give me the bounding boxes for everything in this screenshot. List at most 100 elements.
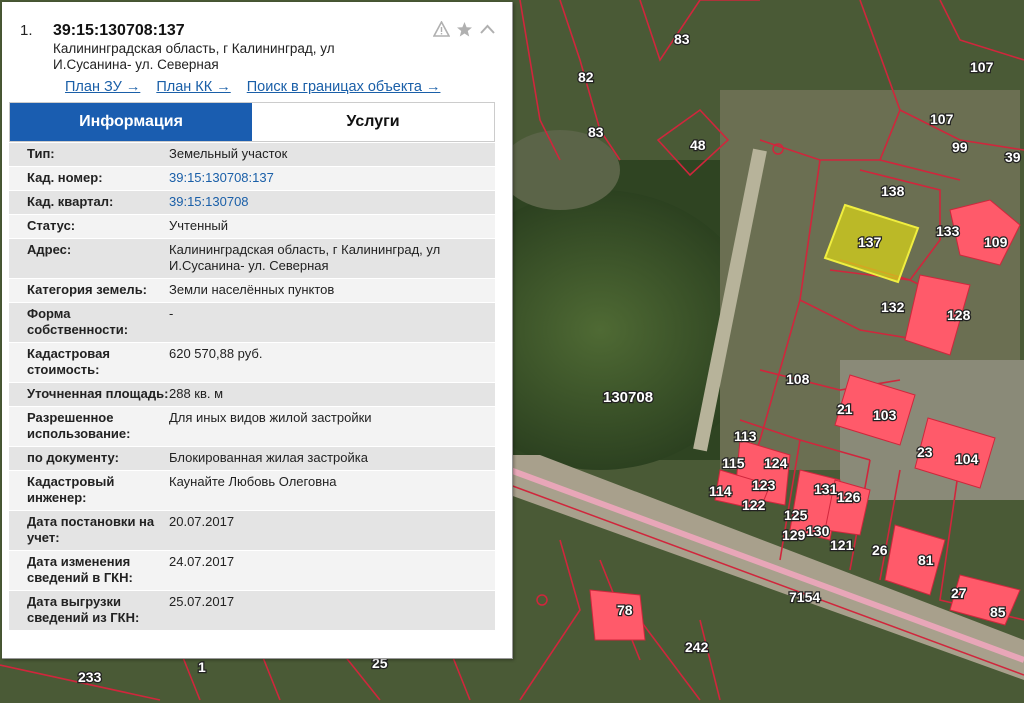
row-value: Земельный участок xyxy=(169,146,288,161)
tab-services[interactable]: Услуги xyxy=(252,103,494,141)
row-value: Для иных видов жилой застройки xyxy=(169,410,372,425)
row-value: Земли населённых пунктов xyxy=(169,282,335,297)
row-value: Блокированная жилая застройка xyxy=(169,450,368,465)
row-key: Кадастровая стоимость: xyxy=(27,346,110,377)
links-row: План ЗУ → План КК → Поиск в границах объ… xyxy=(65,79,440,95)
parcel-label: 121 xyxy=(830,537,854,553)
warning-icon[interactable] xyxy=(432,20,451,38)
parcel-label: 104 xyxy=(955,451,979,467)
parcel-label: 99 xyxy=(952,139,968,155)
parcel-label: 113 xyxy=(734,428,757,444)
row-key: Кадастровый инженер: xyxy=(27,474,115,505)
table-row: Разрешенное использование: Для иных видов… xyxy=(9,407,495,447)
result-index: 1. xyxy=(20,22,33,39)
parcel-label: 132 xyxy=(881,299,905,315)
row-value: - xyxy=(169,306,174,321)
table-row: Кад. квартал: 39:15:130708 xyxy=(9,191,495,215)
parcel-label: 242 xyxy=(685,639,709,655)
parcel-label: 114 xyxy=(709,483,732,499)
attributes-table: Тип: Земельный участок Кад. номер: 39:15:13… xyxy=(9,143,495,631)
plan-zu-link[interactable]: План ЗУ → xyxy=(65,79,140,95)
parcel-label: 131 xyxy=(814,481,838,497)
row-key: Тип: xyxy=(27,146,55,161)
parcel-label: 124 xyxy=(764,455,788,471)
row-key: Кад. квартал: xyxy=(27,194,114,209)
row-value: Калининградская область, г Калининград, … xyxy=(169,242,441,273)
cadastral-number-title: 39:15:130708:137 xyxy=(53,22,185,39)
info-panel: 1. 39:15:130708:137 Калининградская обла… xyxy=(2,2,513,659)
row-value: Учтенный xyxy=(169,218,229,233)
tab-info[interactable]: Информация xyxy=(10,103,252,141)
table-row: Категория земель: Земли населённых пункто… xyxy=(9,279,495,303)
parcel-label: 48 xyxy=(690,137,706,153)
parcel-label: 233 xyxy=(78,669,102,685)
table-row: Дата изменения сведений в ГКН: 24.07.2017 xyxy=(9,551,495,591)
row-key: Уточненная площадь: xyxy=(27,386,169,401)
parcel-label: 83 xyxy=(588,124,604,140)
parcel-label: 137 xyxy=(858,234,882,250)
row-key: Дата выгрузки сведений из ГКН: xyxy=(27,594,140,625)
parcel-label: 122 xyxy=(742,497,766,513)
table-row: Дата постановки на учет: 20.07.2017 xyxy=(9,511,495,551)
plan-kk-link[interactable]: План КК → xyxy=(156,79,230,95)
table-row: Уточненная площадь: 288 кв. м xyxy=(9,383,495,407)
parcel-label: 133 xyxy=(936,223,960,239)
parcel-label: 107 xyxy=(970,59,994,75)
table-row: Форма собственности: - xyxy=(9,303,495,343)
parcel-label: 27 xyxy=(951,585,967,601)
clearing xyxy=(500,130,620,210)
parcel-label: 78 xyxy=(617,602,633,618)
parcel-label: 128 xyxy=(947,307,971,323)
row-value[interactable]: 39:15:130708 xyxy=(169,194,495,210)
parcel-label: 123 xyxy=(752,477,776,493)
row-value: Каунайте Любовь Олеговна xyxy=(169,474,337,489)
table-row: Кадастровая стоимость: 620 570,88 руб. xyxy=(9,343,495,383)
row-key: Категория земель: xyxy=(27,282,148,297)
parcel-label: 138 xyxy=(881,183,905,199)
parcel-label: 7154 xyxy=(789,589,820,605)
row-key: Статус: xyxy=(27,218,76,233)
tab-bar: Информация Услуги xyxy=(9,102,495,142)
parcel-label: 126 xyxy=(837,489,861,505)
parcel-label: 125 xyxy=(784,507,808,523)
parcel-label: 1 xyxy=(198,659,206,675)
row-key: Форма собственности: xyxy=(27,306,129,337)
header-icons xyxy=(432,20,496,38)
panel-header: 1. 39:15:130708:137 Калининградская обла… xyxy=(2,2,512,102)
table-row: Кад. номер: 39:15:130708:137 xyxy=(9,167,495,191)
quarter-label: 130708 xyxy=(603,389,653,406)
row-value: 25.07.2017 xyxy=(169,594,235,609)
parcel-label: 23 xyxy=(917,444,933,460)
address-text: Калининградская область, г Калининград, … xyxy=(53,41,335,72)
parcel-label: 109 xyxy=(984,234,1008,250)
parcel-label: 107 xyxy=(930,111,954,127)
table-row: Тип: Земельный участок xyxy=(9,143,495,167)
parcel-label: 115 xyxy=(722,455,745,471)
row-key: Адрес: xyxy=(27,242,72,257)
table-row: Статус: Учтенный xyxy=(9,215,495,239)
parcel-label: 83 xyxy=(674,31,690,47)
parcel-label: 130 xyxy=(806,523,830,539)
parcel-label: 39 xyxy=(1005,149,1021,165)
table-row: Дата выгрузки сведений из ГКН: 25.07.2017 xyxy=(9,591,495,631)
parcel-label: 103 xyxy=(873,407,897,423)
parcel-label: 81 xyxy=(918,552,934,568)
row-value[interactable]: 39:15:130708:137 xyxy=(169,170,495,186)
search-in-bounds-link[interactable]: Поиск в границах объекта → xyxy=(247,79,441,95)
table-row: Кадастровый инженер: Каунайте Любовь Олег… xyxy=(9,471,495,511)
parcel-label: 82 xyxy=(578,69,594,85)
parcel-label: 129 xyxy=(782,527,806,543)
parcel-label: 108 xyxy=(786,371,810,387)
parcel-label: 85 xyxy=(990,604,1006,620)
row-value: 20.07.2017 xyxy=(169,514,235,529)
row-key: Дата постановки на учет: xyxy=(27,514,155,545)
row-value: 288 кв. м xyxy=(169,386,224,401)
row-key: Кад. номер: xyxy=(27,170,103,185)
chevron-up-icon[interactable] xyxy=(479,21,496,38)
row-key: Дата изменения сведений в ГКН: xyxy=(27,554,133,585)
parcel-label: 21 xyxy=(837,401,853,417)
row-key: Разрешенное использование: xyxy=(27,410,131,441)
row-key: по документу: xyxy=(27,450,119,465)
table-row: по документу: Блокированная жилая застрой… xyxy=(9,447,495,471)
star-icon[interactable] xyxy=(456,21,473,38)
